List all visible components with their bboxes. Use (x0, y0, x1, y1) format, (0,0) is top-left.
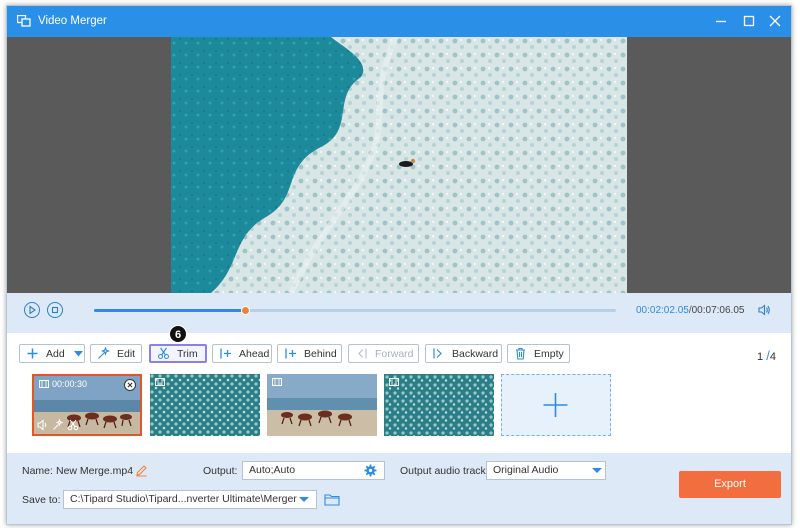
clip-volume-icon[interactable] (37, 419, 49, 431)
time-readout: 00:02:02.05/00:07:06.05 (636, 305, 744, 316)
add-button[interactable]: Add (19, 344, 85, 363)
export-button[interactable]: Export (679, 471, 781, 498)
step-number-badge: 6 (169, 325, 187, 343)
save-path-field[interactable]: C:\Tipard Studio\Tipard...nverter Ultima… (63, 490, 317, 509)
title-bar: Video Merger (7, 6, 791, 37)
video-preview[interactable] (7, 37, 791, 293)
ahead-button[interactable]: Ahead (212, 344, 272, 363)
audio-track-label: Output audio track: (400, 465, 489, 477)
ocean-thumbnail (150, 374, 260, 436)
horses-thumbnail (267, 374, 377, 436)
clip-thumbnail-4[interactable] (384, 374, 494, 436)
pencil-icon[interactable] (135, 464, 148, 477)
output-label: Output: (203, 465, 238, 477)
output-settings-panel: Name: New Merge.mp4 Output: Auto;Auto Ou… (7, 453, 791, 524)
trim-label: Trim (177, 347, 198, 360)
play-button[interactable] (24, 302, 40, 318)
forward-button[interactable]: Forward (348, 344, 419, 363)
film-icon (272, 378, 282, 386)
total-time: 00:07:06.05 (691, 305, 745, 316)
progress-track[interactable] (94, 306, 616, 315)
minimize-icon[interactable] (712, 13, 730, 29)
clip-thumbnail-1[interactable]: 00:00:30 (32, 374, 142, 436)
stop-button[interactable] (47, 302, 63, 318)
scissors-icon (157, 347, 170, 360)
progress-thumb[interactable] (241, 306, 251, 315)
audio-track-dropdown[interactable]: Original Audio (486, 461, 606, 480)
edit-button[interactable]: Edit (90, 344, 142, 363)
ocean-surfer-frame (171, 37, 627, 293)
remove-clip-icon[interactable] (124, 379, 136, 391)
clip-tools (37, 419, 79, 431)
backward-label: Backward (452, 347, 499, 360)
add-label: Add (46, 347, 65, 360)
film-icon (39, 380, 49, 388)
empty-button[interactable]: Empty (507, 344, 570, 363)
film-icon (389, 378, 399, 386)
ocean-thumbnail (384, 374, 494, 436)
clip-thumbnail-2[interactable] (150, 374, 260, 436)
edit-label: Edit (117, 347, 136, 360)
trash-icon (516, 347, 525, 360)
page-indicator: 1 /4 (757, 348, 776, 363)
magic-wand-icon (98, 347, 110, 359)
merger-app-icon (17, 15, 31, 27)
page-current: 1 (757, 351, 764, 363)
video-merger-window: Video Merger 00:02:02.05/00:07:06.05 Add… (6, 5, 792, 525)
save-to-label: Save to: (22, 494, 61, 506)
clip-thumbnail-3[interactable] (267, 374, 377, 436)
clip-duration: 00:00:30 (52, 379, 88, 389)
chevron-down-icon (592, 468, 602, 473)
film-icon (155, 378, 165, 386)
behind-label: Behind (304, 347, 337, 360)
ahead-label: Ahead (239, 347, 270, 360)
progress-fill (94, 309, 246, 312)
output-format-value: Auto;Auto (249, 464, 296, 476)
name-label: Name: (22, 465, 53, 477)
backward-button[interactable]: Backward (425, 344, 502, 363)
volume-icon[interactable] (757, 303, 771, 317)
video-frame (171, 37, 627, 293)
save-path-value: C:\Tipard Studio\Tipard...nverter Ultima… (70, 493, 297, 505)
playback-bar: 00:02:02.05/00:07:06.05 (7, 293, 791, 333)
name-value: New Merge.mp4 (56, 465, 134, 477)
timeline-panel: Add Edit Trim 6 Ahead Behind Forward Bac… (7, 325, 791, 453)
page-total: 4 (769, 351, 776, 363)
chevron-down-icon[interactable] (299, 497, 309, 502)
clip-trim-icon[interactable] (67, 419, 79, 431)
audio-track-value: Original Audio (493, 464, 559, 476)
folder-icon[interactable] (324, 493, 340, 506)
stop-icon (51, 306, 59, 314)
close-icon[interactable] (766, 13, 784, 29)
add-clip-button[interactable] (501, 374, 611, 436)
insert-behind-icon (285, 348, 296, 359)
plus-icon (27, 348, 38, 359)
current-time: 00:02:02.05 (636, 305, 689, 316)
maximize-icon[interactable] (740, 13, 758, 29)
plus-icon (543, 393, 568, 417)
insert-ahead-icon (220, 348, 231, 359)
gear-icon[interactable] (364, 464, 377, 477)
trim-button[interactable]: Trim (149, 344, 207, 363)
chevron-down-icon[interactable] (73, 350, 83, 357)
forward-label: Forward (375, 347, 414, 360)
empty-label: Empty (534, 347, 564, 360)
forward-icon (358, 348, 367, 359)
clip-edit-icon[interactable] (52, 419, 64, 431)
behind-button[interactable]: Behind (277, 344, 342, 363)
window-title: Video Merger (38, 15, 107, 27)
backward-icon (433, 348, 442, 359)
play-icon (29, 305, 36, 315)
